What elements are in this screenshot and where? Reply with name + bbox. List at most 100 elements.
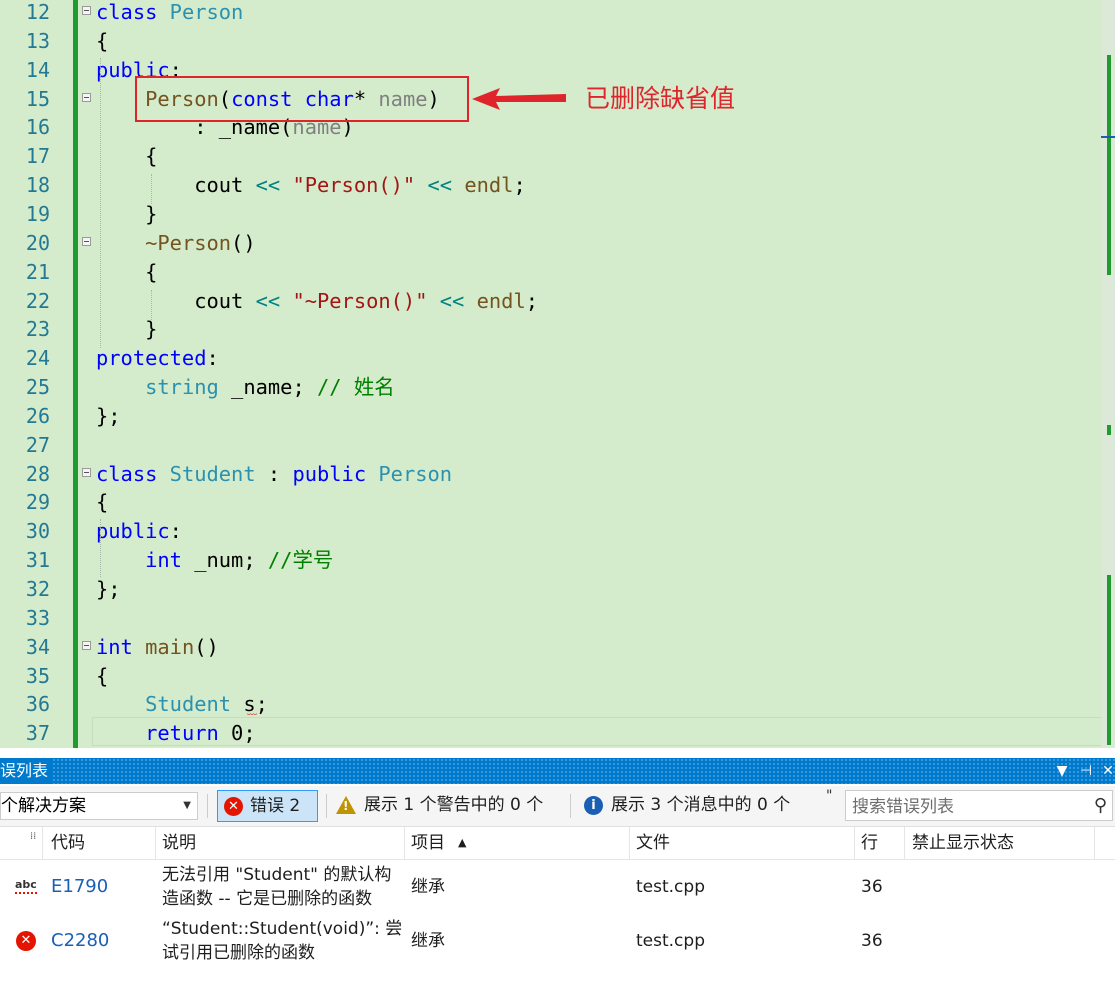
errors-filter-button[interactable]: ✕ 错误 2 [217,790,318,822]
search-input[interactable] [850,794,1084,820]
code-line[interactable]: 31 int _num; //学号 [0,546,1100,575]
code-text[interactable]: int main() [96,633,219,662]
code-text[interactable]: Student s; [96,690,268,719]
column-divider[interactable] [155,827,156,859]
code-line[interactable]: 21 { [0,258,1100,287]
column-divider[interactable] [629,827,630,859]
code-text[interactable]: { [96,258,157,287]
warnings-filter-button[interactable]: ! 展示 1 个警告中的 0 个 [330,790,566,822]
column-header-file[interactable]: 文件 [636,827,670,859]
code-line[interactable]: 27 [0,431,1100,460]
code-line[interactable]: 30 public: [0,517,1100,546]
code-line[interactable]: 29 { [0,488,1100,517]
code-line[interactable]: 28 class Student : public Person [0,460,1100,489]
code-line[interactable]: 18 cout << "Person()" << endl; [0,171,1100,200]
column-header-suppression[interactable]: 禁止显示状态 [912,827,1014,859]
scrollbar-change-marker [1107,425,1111,435]
annotation-highlight-box [135,76,469,122]
code-line[interactable]: 35 { [0,662,1100,691]
table-row[interactable]: ✕ C2280 “Student::Student(void)”: 尝 试引用已… [0,915,1115,969]
collapse-icon[interactable] [82,92,91,102]
code-text[interactable]: int _num; //学号 [96,546,333,575]
toolbar-divider [207,794,208,818]
column-header-code[interactable]: 代码 [51,827,85,859]
column-header-line[interactable]: 行 [861,827,878,859]
code-line[interactable]: 32}; [0,575,1100,604]
editor-vertical-scrollbar[interactable] [1101,0,1115,748]
column-header-description[interactable]: 说明 [162,827,196,859]
code-line[interactable]: 34 int main() [0,633,1100,662]
grip-icon[interactable]: ⁞⁞ [30,821,36,853]
column-divider[interactable] [904,827,905,859]
collapse-icon[interactable] [82,236,91,246]
annotation-text: 已删除缺省值 [585,84,736,113]
code-text[interactable]: }; [96,402,121,431]
line-number: 37 [25,721,50,746]
code-text[interactable]: protected: [96,344,219,373]
panel-pin-button[interactable]: ⊣ [1076,758,1096,784]
code-line[interactable]: 19 } [0,200,1100,229]
messages-filter-button[interactable]: i 展示 3 个消息中的 0 个 [578,790,818,822]
error-file: test.cpp [636,931,705,951]
line-number: 33 [25,605,50,630]
panel-close-button[interactable]: ✕ [1098,758,1115,784]
toolbar-overflow-button[interactable]: " [826,788,832,804]
column-divider[interactable] [42,827,43,859]
code-text[interactable]: ~Person() [96,229,256,258]
column-divider[interactable] [1094,827,1095,859]
code-text[interactable]: string _name; // 姓名 [96,373,395,402]
code-line[interactable]: 12 class Person [0,0,1100,27]
code-text[interactable]: { [96,142,157,171]
code-text[interactable]: { [96,488,108,517]
line-number: 18 [25,173,50,198]
collapse-icon[interactable] [82,467,91,477]
line-number: 22 [25,288,50,313]
error-code-link[interactable]: E1790 [51,875,108,899]
column-divider[interactable] [854,827,855,859]
code-line[interactable]: 25 string _name; // 姓名 [0,373,1100,402]
code-line[interactable]: 22 cout << "~Person()" << endl; [0,287,1100,316]
code-line[interactable]: 24 protected: [0,344,1100,373]
code-line[interactable]: 17 { [0,142,1100,171]
line-number: 32 [25,577,50,601]
toolbar-divider [570,794,571,818]
line-number: 13 [25,28,50,53]
search-icon[interactable]: ⚲ [1094,795,1107,816]
code-line[interactable]: 33 [0,604,1100,633]
search-box[interactable]: ⚲ [845,790,1113,821]
panel-dropdown-button[interactable]: ▼ [1052,758,1072,784]
code-line[interactable]: 23 } [0,315,1100,344]
line-number: 25 [25,375,50,400]
warning-icon: ! [336,796,356,814]
column-divider[interactable] [404,827,405,859]
code-line[interactable]: 13 { [0,27,1100,56]
panel-title-bar[interactable]: 误列表 ▼ ⊣ ✕ [0,758,1115,784]
error-icon: ✕ [224,796,243,816]
code-text[interactable]: } [96,315,157,344]
code-text[interactable]: { [96,27,108,56]
code-line[interactable]: 26}; [0,402,1100,431]
code-text[interactable]: } [96,200,157,229]
error-code-link[interactable]: C2280 [51,929,109,953]
chevron-down-icon: ▼ [183,800,191,811]
line-number: 31 [25,548,50,573]
error-description-line2: 试引用已删除的函数 [162,943,315,963]
code-text[interactable]: cout << "~Person()" << endl; [96,287,538,316]
scope-dropdown[interactable]: 个解决方案 ▼ [0,792,198,820]
collapse-icon[interactable] [82,640,91,650]
table-row[interactable]: abc E1790 无法引用 "Student" 的默认构 造函数 -- 它是已… [0,861,1115,915]
collapse-icon[interactable] [82,6,91,15]
code-line[interactable]: 36 Student s; [0,690,1100,719]
code-line[interactable]: 20 ~Person() [0,229,1100,258]
code-text[interactable]: class Student : public Person [96,460,452,489]
code-editor[interactable]: 12 class Person 13{14 public: 15 Person(cons… [0,0,1115,748]
code-text[interactable]: }; [96,575,121,604]
code-text[interactable]: class Person [96,0,243,27]
line-number: 29 [25,490,50,515]
code-text[interactable]: cout << "Person()" << endl; [96,171,526,200]
indent-guide [151,290,152,320]
line-number: 21 [25,259,50,284]
code-text[interactable]: { [96,662,108,691]
column-header-project[interactable]: 项目 [411,827,445,859]
code-text[interactable]: public: [96,517,182,546]
